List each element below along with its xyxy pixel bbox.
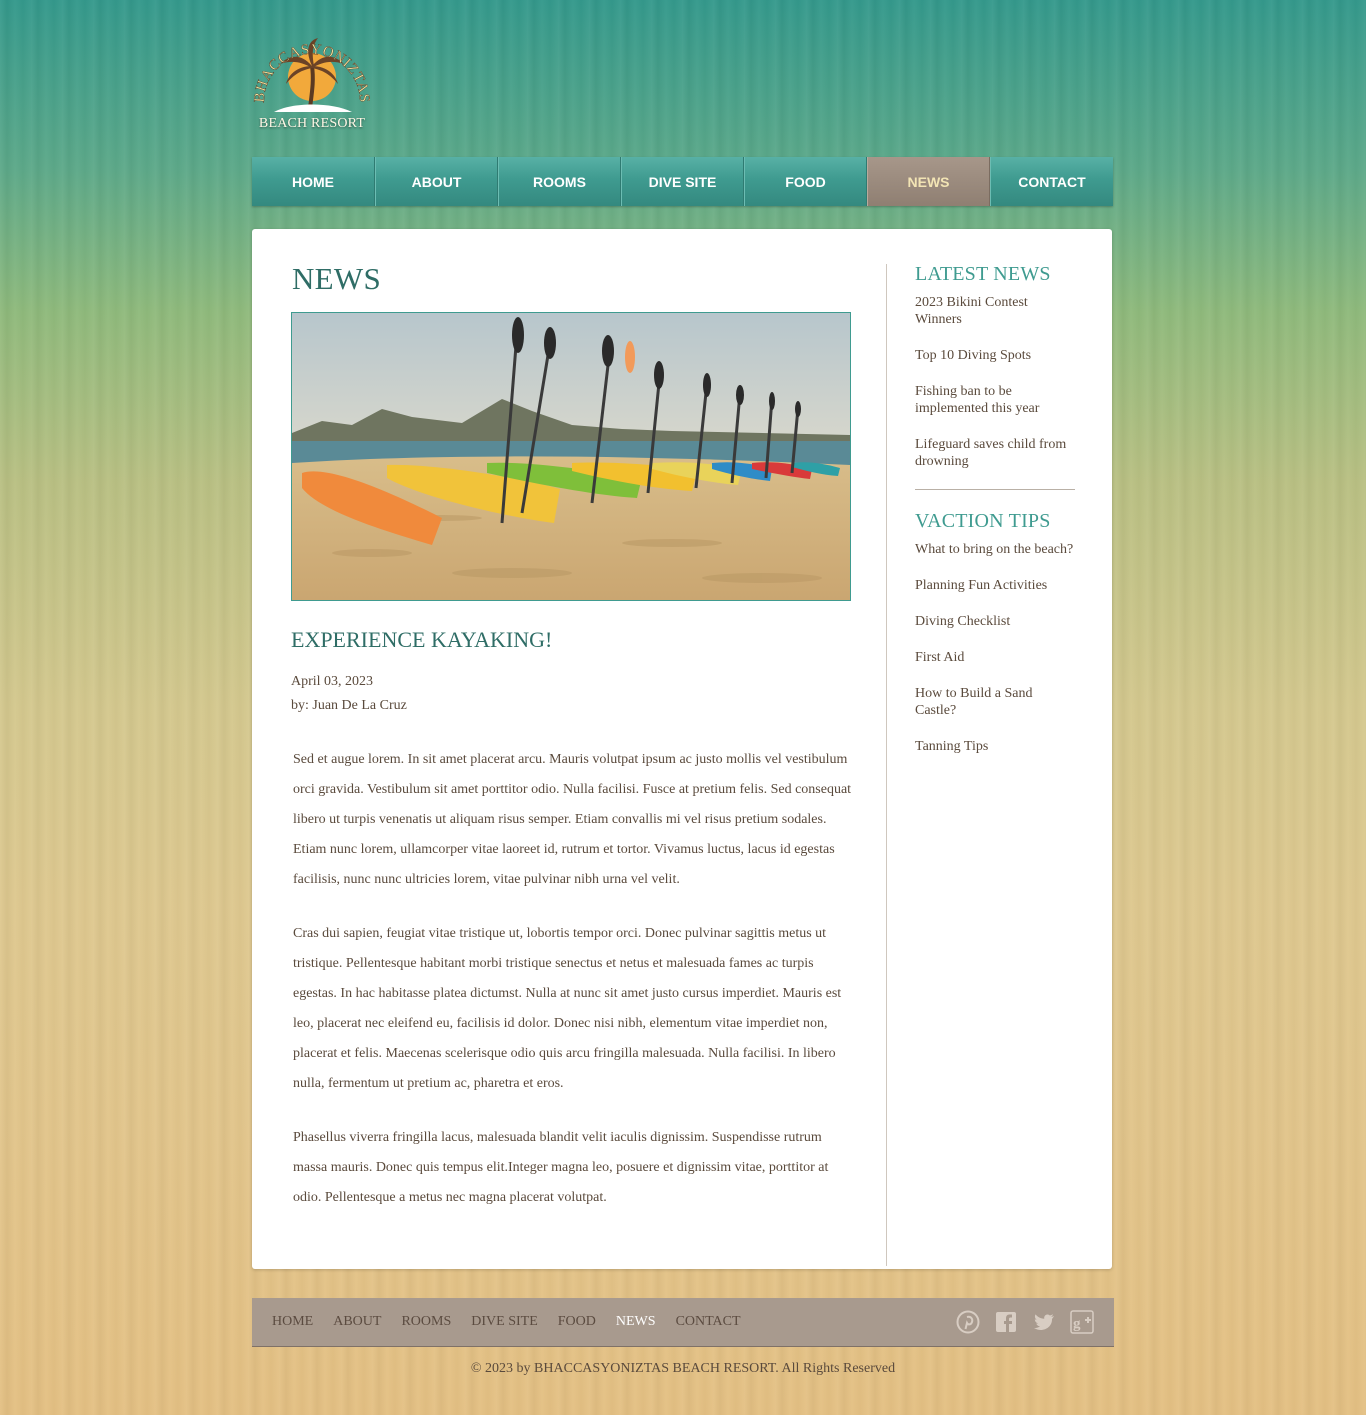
main-nav: HOME ABOUT ROOMS DIVE SITE FOOD NEWS CON…: [252, 157, 1113, 206]
footer-nav-food[interactable]: FOOD: [558, 1314, 596, 1330]
article-date: April 03, 2023: [291, 674, 374, 689]
vacation-tip-item[interactable]: Planning Fun Activities: [915, 577, 1075, 594]
vacation-tip-item[interactable]: First Aid: [915, 649, 1075, 666]
footer-nav: HOME ABOUT ROOMS DIVE SITE FOOD NEWS CON…: [272, 1298, 761, 1346]
article-body: Sed et augue lorem. In sit amet placerat…: [293, 745, 853, 1237]
facebook-icon[interactable]: [994, 1310, 1018, 1334]
vacation-tip-item[interactable]: How to Build a Sand Castle?: [915, 685, 1075, 719]
article-title: EXPERIENCE KAYAKING!: [291, 627, 553, 652]
column-divider: [886, 264, 887, 1266]
nav-item-rooms[interactable]: ROOMS: [498, 157, 621, 206]
latest-news-heading: LATEST NEWS: [915, 263, 1051, 285]
footer-nav-dive-site[interactable]: DIVE SITE: [471, 1314, 538, 1330]
vacation-tips-heading: VACTION TIPS: [915, 510, 1051, 532]
google-plus-icon[interactable]: g: [1070, 1310, 1094, 1334]
article-paragraph: Sed et augue lorem. In sit amet placerat…: [293, 752, 852, 887]
nav-item-dive-site[interactable]: DIVE SITE: [621, 157, 744, 206]
nav-item-about[interactable]: ABOUT: [375, 157, 498, 206]
article-paragraph: Phasellus viverra fringilla lacus, males…: [293, 1130, 829, 1205]
page-title: NEWS: [292, 261, 382, 296]
social-links: g: [956, 1310, 1094, 1334]
footer-nav-about[interactable]: ABOUT: [333, 1314, 381, 1330]
footer-nav-news[interactable]: NEWS: [616, 1314, 656, 1330]
vacation-tip-item[interactable]: Diving Checklist: [915, 613, 1075, 630]
nav-item-home[interactable]: HOME: [252, 157, 375, 206]
nav-item-food[interactable]: FOOD: [744, 157, 867, 206]
hero-image: [291, 312, 851, 601]
latest-news-item[interactable]: Lifeguard saves child from drowning: [915, 436, 1075, 470]
content-panel: NEWS EXPERIENCE KAYAKING! April 03, 2023…: [252, 229, 1112, 1269]
copyright-text: © 2023 by BHACCASYONIZTAS BEACH RESORT. …: [470, 1361, 896, 1376]
latest-news-list: 2023 Bikini Contest Winners Top 10 Divin…: [915, 294, 1075, 470]
latest-news-item[interactable]: Fishing ban to be implemented this year: [915, 383, 1075, 417]
kayaks-photo-icon: [292, 313, 850, 600]
latest-news-item[interactable]: 2023 Bikini Contest Winners: [915, 294, 1075, 328]
vacation-tips-list: What to bring on the beach? Planning Fun…: [915, 541, 1075, 755]
palm-tree-logo-icon: BHACCASYONIZTAS: [252, 38, 372, 112]
article-author: by: Juan De La Cruz: [291, 698, 407, 713]
latest-news-item[interactable]: Top 10 Diving Spots: [915, 347, 1075, 364]
brand-subtitle: BEACH RESORT: [258, 116, 366, 131]
brand-logo[interactable]: BHACCASYONIZTAS BEACH RESORT: [252, 22, 372, 134]
footer-nav-contact[interactable]: CONTACT: [676, 1314, 741, 1330]
sidebar-separator: [915, 489, 1075, 490]
sidebar: LATEST NEWS 2023 Bikini Contest Winners …: [915, 263, 1075, 774]
nav-item-news[interactable]: NEWS: [867, 157, 990, 206]
twitter-icon[interactable]: [1032, 1310, 1056, 1334]
footer-bar: HOME ABOUT ROOMS DIVE SITE FOOD NEWS CON…: [252, 1298, 1114, 1347]
svg-text:g: g: [1073, 1316, 1081, 1332]
pinterest-icon[interactable]: [956, 1310, 980, 1334]
footer-nav-home[interactable]: HOME: [272, 1314, 313, 1330]
footer-nav-rooms[interactable]: ROOMS: [401, 1314, 451, 1330]
vacation-tip-item[interactable]: What to bring on the beach?: [915, 541, 1075, 558]
article-paragraph: Cras dui sapien, feugiat vitae tristique…: [293, 926, 842, 1091]
nav-item-contact[interactable]: CONTACT: [990, 157, 1113, 206]
article-meta: April 03, 2023 by: Juan De La Cruz: [291, 670, 407, 718]
vacation-tip-item[interactable]: Tanning Tips: [915, 738, 1075, 755]
